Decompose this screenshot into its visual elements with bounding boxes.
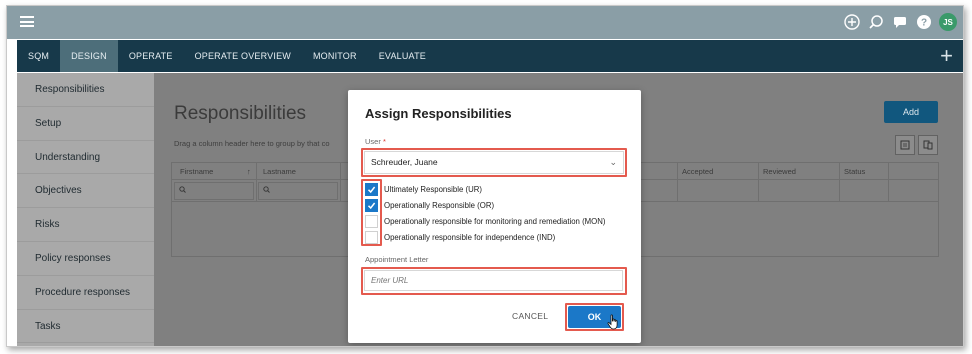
checkbox-row-or: Operationally Responsible (OR)	[365, 198, 494, 212]
user-select-value: Schreuder, Juane	[371, 157, 438, 167]
add-circle-icon[interactable]	[843, 13, 861, 31]
cancel-button[interactable]: CANCEL	[512, 311, 548, 321]
sidebar-item-policy-responses[interactable]: Policy responses	[17, 242, 154, 276]
column-header-status[interactable]: Status	[844, 167, 865, 176]
sidebar-item-procedure-responses[interactable]: Procedure responses	[17, 276, 154, 310]
hand-cursor-icon	[607, 314, 618, 330]
checkbox-mon[interactable]	[365, 214, 378, 228]
dialog-title: Assign Responsibilities	[365, 106, 512, 121]
search-icon	[263, 186, 270, 193]
menu-icon[interactable]	[20, 16, 34, 27]
sort-ascending-icon[interactable]: ↑	[247, 167, 251, 176]
sidebar-item-objectives[interactable]: Objectives	[17, 174, 154, 209]
column-header-reviewed[interactable]: Reviewed	[763, 167, 796, 176]
required-mark: *	[382, 137, 386, 146]
columns-icon[interactable]	[918, 135, 938, 155]
page-title: Responsibilities	[174, 103, 307, 124]
check-icon	[367, 186, 376, 193]
checkbox-label-ur: Ultimately Responsible (UR)	[384, 184, 482, 194]
checkbox-row-mon: Operationally responsible for monitoring…	[365, 214, 605, 228]
checkbox-ind[interactable]	[365, 230, 378, 244]
tab-sqm[interactable]: SQM	[17, 40, 60, 72]
chevron-down-icon: ⌄	[609, 157, 617, 167]
tab-operate-overview[interactable]: OPERATE OVERVIEW	[184, 40, 302, 72]
checkbox-label-mon: Operationally responsible for monitoring…	[384, 216, 606, 226]
assign-responsibilities-dialog: Assign Responsibilities User * Schreuder…	[348, 90, 641, 343]
column-header-firstname[interactable]: Firstname	[180, 167, 213, 176]
sidebar-item-risks[interactable]: Risks	[17, 208, 154, 242]
user-select[interactable]: Schreuder, Juane ⌄	[364, 151, 624, 174]
user-label: User *	[365, 137, 386, 146]
excel-export-icon[interactable]	[895, 135, 915, 155]
plus-icon[interactable]: +	[940, 45, 953, 67]
svg-text:?: ?	[921, 18, 927, 29]
top-icons: ? JS	[843, 13, 957, 31]
tab-operate[interactable]: OPERATE	[118, 40, 184, 72]
app-window: ? JS SQM DESIGN OPERATE OPERATE OVERVIEW…	[6, 5, 964, 347]
tab-design[interactable]: DESIGN	[60, 40, 118, 72]
tab-monitor[interactable]: MONITOR	[302, 40, 368, 72]
checkbox-row-ind: Operationally responsible for independen…	[365, 230, 555, 244]
checkbox-ur[interactable]	[365, 182, 378, 196]
user-label-text: User	[365, 137, 381, 146]
group-hint: Drag a column header here to group by th…	[174, 139, 330, 148]
add-button[interactable]: Add	[884, 101, 938, 123]
appointment-url-input[interactable]	[364, 270, 623, 291]
sidebar-item-understanding[interactable]: Understanding	[17, 141, 154, 175]
sidebar-item-responsibilities[interactable]: Responsibilities	[17, 73, 154, 107]
checkbox-or[interactable]	[365, 198, 378, 212]
main-nav: SQM DESIGN OPERATE OPERATE OVERVIEW MONI…	[17, 40, 963, 72]
checkbox-row-ur: Ultimately Responsible (UR)	[365, 182, 482, 196]
column-header-lastname[interactable]: Lastname	[263, 167, 296, 176]
sidebar-item-tasks[interactable]: Tasks	[17, 310, 154, 344]
check-icon	[367, 202, 376, 209]
search-icon	[179, 186, 186, 193]
chat-icon[interactable]	[891, 13, 909, 31]
filter-firstname[interactable]	[174, 182, 254, 200]
help-icon[interactable]: ?	[915, 13, 933, 31]
filter-lastname[interactable]	[258, 182, 338, 200]
top-bar: ? JS	[7, 6, 963, 39]
search-icon[interactable]	[867, 13, 885, 31]
checkbox-label-ind: Operationally responsible for independen…	[384, 232, 556, 242]
sidebar: Responsibilities Setup Understanding Obj…	[17, 73, 154, 346]
column-header-accepted[interactable]: Accepted	[682, 167, 713, 176]
avatar[interactable]: JS	[939, 13, 957, 31]
tab-evaluate[interactable]: EVALUATE	[368, 40, 437, 72]
appointment-letter-label: Appointment Letter	[365, 255, 429, 264]
checkbox-label-or: Operationally Responsible (OR)	[384, 200, 495, 210]
sidebar-item-setup[interactable]: Setup	[17, 107, 154, 141]
